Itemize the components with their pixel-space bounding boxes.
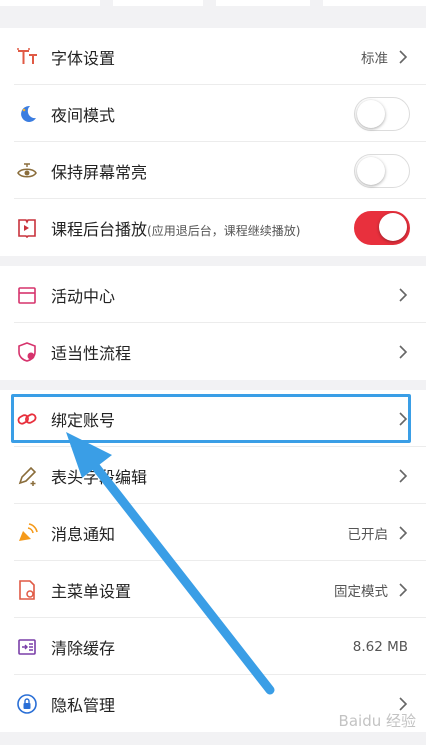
chevron-right-icon xyxy=(399,468,408,483)
row-activity-center[interactable]: 活动中心 xyxy=(0,266,426,323)
label-activity-center: 活动中心 xyxy=(51,286,116,306)
moon-icon xyxy=(15,102,39,126)
chevron-right-icon xyxy=(399,525,408,540)
value-cache-size: 8.62 MB xyxy=(352,638,408,655)
top-section-edge xyxy=(0,0,426,18)
menu-settings-icon xyxy=(15,578,39,602)
chevron-right-icon xyxy=(399,582,408,597)
row-night-mode: 夜间模式 xyxy=(0,85,426,142)
card-edge xyxy=(323,0,426,6)
keep-screen-on-toggle[interactable] xyxy=(354,153,410,188)
shield-icon xyxy=(15,340,39,364)
row-suitability-process[interactable]: 适当性流程 xyxy=(0,323,426,380)
highlight-box-bind-account xyxy=(11,394,411,443)
night-mode-toggle[interactable] xyxy=(354,96,410,131)
eye-icon xyxy=(15,159,39,183)
book-play-icon xyxy=(15,216,39,240)
label-background-play: 课程后台播放(应用退后台，课程继续播放) xyxy=(51,219,301,239)
row-main-menu-settings[interactable]: 主菜单设置 固定模式 xyxy=(0,561,426,618)
megaphone-icon xyxy=(15,521,39,545)
row-header-field-edit[interactable]: 表头字段编辑 xyxy=(0,447,426,504)
value-message-notification: 已开启 xyxy=(347,526,389,543)
label-keep-screen-on: 保持屏幕常亮 xyxy=(51,162,148,182)
value-main-menu-settings: 固定模式 xyxy=(334,583,388,600)
row-clear-cache[interactable]: 清除缓存 8.62 MB xyxy=(0,618,426,675)
label-font-settings: 字体设置 xyxy=(51,48,116,68)
label-header-field-edit: 表头字段编辑 xyxy=(51,467,148,487)
privacy-lock-icon xyxy=(15,692,39,716)
settings-group-activity: 活动中心 适当性流程 xyxy=(0,266,426,380)
row-keep-screen-on: 保持屏幕常亮 xyxy=(0,142,426,199)
value-font-settings: 标准 xyxy=(361,50,388,67)
label-privacy-management: 隐私管理 xyxy=(51,695,116,715)
calendar-icon xyxy=(15,283,39,307)
pencil-icon xyxy=(15,464,39,488)
row-font-settings[interactable]: 字体设置 标准 xyxy=(0,28,426,85)
label-night-mode: 夜间模式 xyxy=(51,105,116,125)
chevron-right-icon xyxy=(399,344,408,359)
watermark: Baidu 经验 xyxy=(338,712,416,730)
label-background-play-note: (应用退后台，课程继续播放) xyxy=(147,223,301,238)
label-main-menu-settings: 主菜单设置 xyxy=(51,581,132,601)
settings-group-display: 字体设置 标准 夜间模式 保持屏幕常亮 课程后台播放(应用退后台，课程继续播放) xyxy=(0,28,426,256)
chevron-right-icon xyxy=(399,696,408,711)
chevron-right-icon xyxy=(399,49,408,64)
row-message-notification[interactable]: 消息通知 已开启 xyxy=(0,504,426,561)
chevron-right-icon xyxy=(399,287,408,302)
card-edge xyxy=(0,0,100,6)
clear-cache-icon xyxy=(15,635,39,659)
background-play-toggle[interactable] xyxy=(354,210,410,245)
row-background-play: 课程后台播放(应用退后台，课程继续播放) xyxy=(0,199,426,256)
label-suitability-process: 适当性流程 xyxy=(51,343,132,363)
card-edge xyxy=(113,0,203,6)
card-edge xyxy=(216,0,310,6)
label-message-notification: 消息通知 xyxy=(51,524,116,544)
label-clear-cache: 清除缓存 xyxy=(51,638,116,658)
font-size-icon xyxy=(15,45,39,69)
